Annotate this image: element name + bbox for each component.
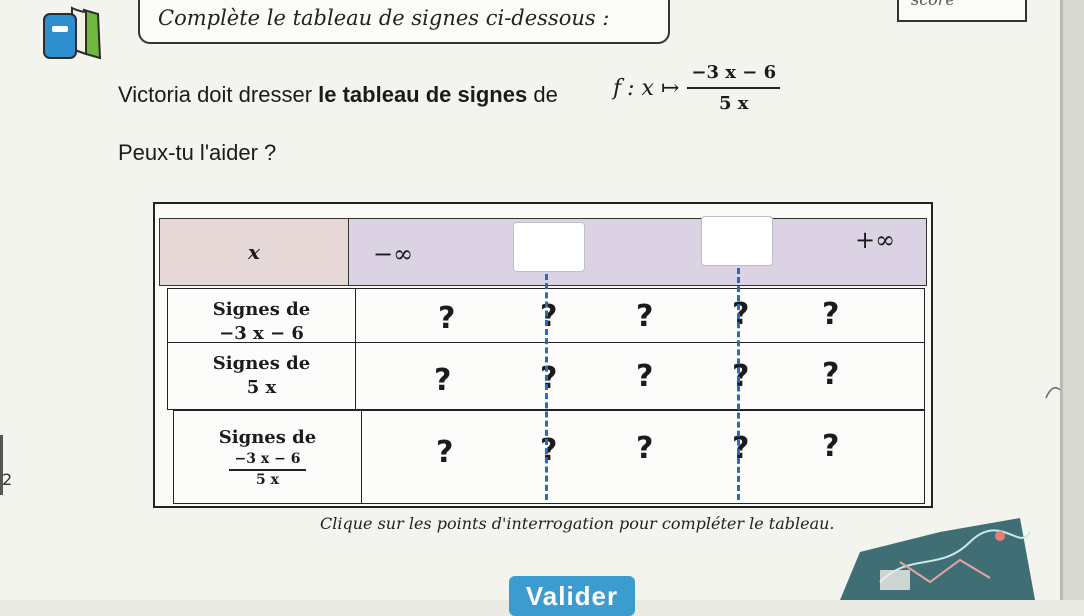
row-label-fraction: −3 x − 6 5 x [228,450,307,489]
function-definition: f : x ↦ −3 x − 6 5 x [613,62,781,114]
value-input-1[interactable] [513,222,585,272]
row-label-line2: 5 x [246,377,277,398]
zero-cell[interactable]: ? [540,361,557,396]
page-title: Complète le tableau de signes ci-dessous… [158,6,610,30]
row-label: Signes de −3 x − 6 5 x [174,411,362,503]
function-numerator: −3 x − 6 [687,62,781,89]
plus-infinity: +∞ [855,226,896,254]
score-box: score [897,0,1027,22]
header-x-label: x [248,240,260,264]
zero-cell[interactable]: ? [732,359,749,394]
sign-cell[interactable]: ? [822,297,839,332]
instruction-caption: Clique sur les points d'interrogation po… [320,514,835,533]
statement-suffix: de [533,82,558,107]
separator-dashed-line [545,274,548,500]
math-decoration-icon [840,518,1035,600]
row-label-numerator: −3 x − 6 [228,450,307,471]
book-icon [43,6,102,60]
sign-cell[interactable]: ? [636,299,653,334]
function-denominator: 5 x [719,93,749,114]
left-edge-number: 2 [2,470,13,489]
statement-text: Victoria doit dresser le tableau de sign… [118,82,558,108]
page: Complète le tableau de signes ci-dessous… [0,0,1065,616]
statement-bold: le tableau de signes [318,82,528,107]
value-input-2[interactable] [701,216,773,266]
function-fraction: −3 x − 6 5 x [687,62,781,114]
function-mapping: : x ↦ [627,75,680,101]
row-label-line1: Signes de [212,353,311,374]
right-edge [1060,0,1084,600]
score-label: score [911,0,955,9]
sign-cell[interactable]: ? [436,435,453,470]
sign-cell[interactable]: ? [822,357,839,392]
title-box: Complète le tableau de signes ci-dessous… [138,0,670,44]
sign-cell[interactable]: ? [434,363,451,398]
sign-cell[interactable]: ? [438,301,455,336]
table-row: Signes de −3 x − 6 5 x ? ? ? ? ? [173,410,925,504]
row-label-denominator: 5 x [256,471,279,488]
zero-cell[interactable]: ? [732,297,749,332]
validate-button[interactable]: Valider [509,576,635,616]
statement-prefix: Victoria doit dresser [118,82,313,107]
header-values-row [349,218,927,286]
sign-cell[interactable]: ? [822,429,839,464]
header-x-cell: x [159,218,349,286]
zero-cell[interactable]: ? [540,299,557,334]
sign-table: x −∞ +∞ Signes de −3 x − 6 ? ? ? ? ? Sig… [153,202,933,508]
row-label-line1: Signes de [218,426,317,448]
row-label-line1: Signes de [212,299,311,320]
separator-dashed-line [737,268,740,500]
zero-cell[interactable]: ? [540,433,557,468]
question-text: Peux-tu l'aider ? [118,140,277,165]
function-name: f [613,75,622,101]
sign-cell[interactable]: ? [636,359,653,394]
sign-cell[interactable]: ? [636,431,653,466]
zero-cell[interactable]: ? [732,431,749,466]
minus-infinity: −∞ [373,240,414,268]
row-label: Signes de 5 x [168,343,356,409]
